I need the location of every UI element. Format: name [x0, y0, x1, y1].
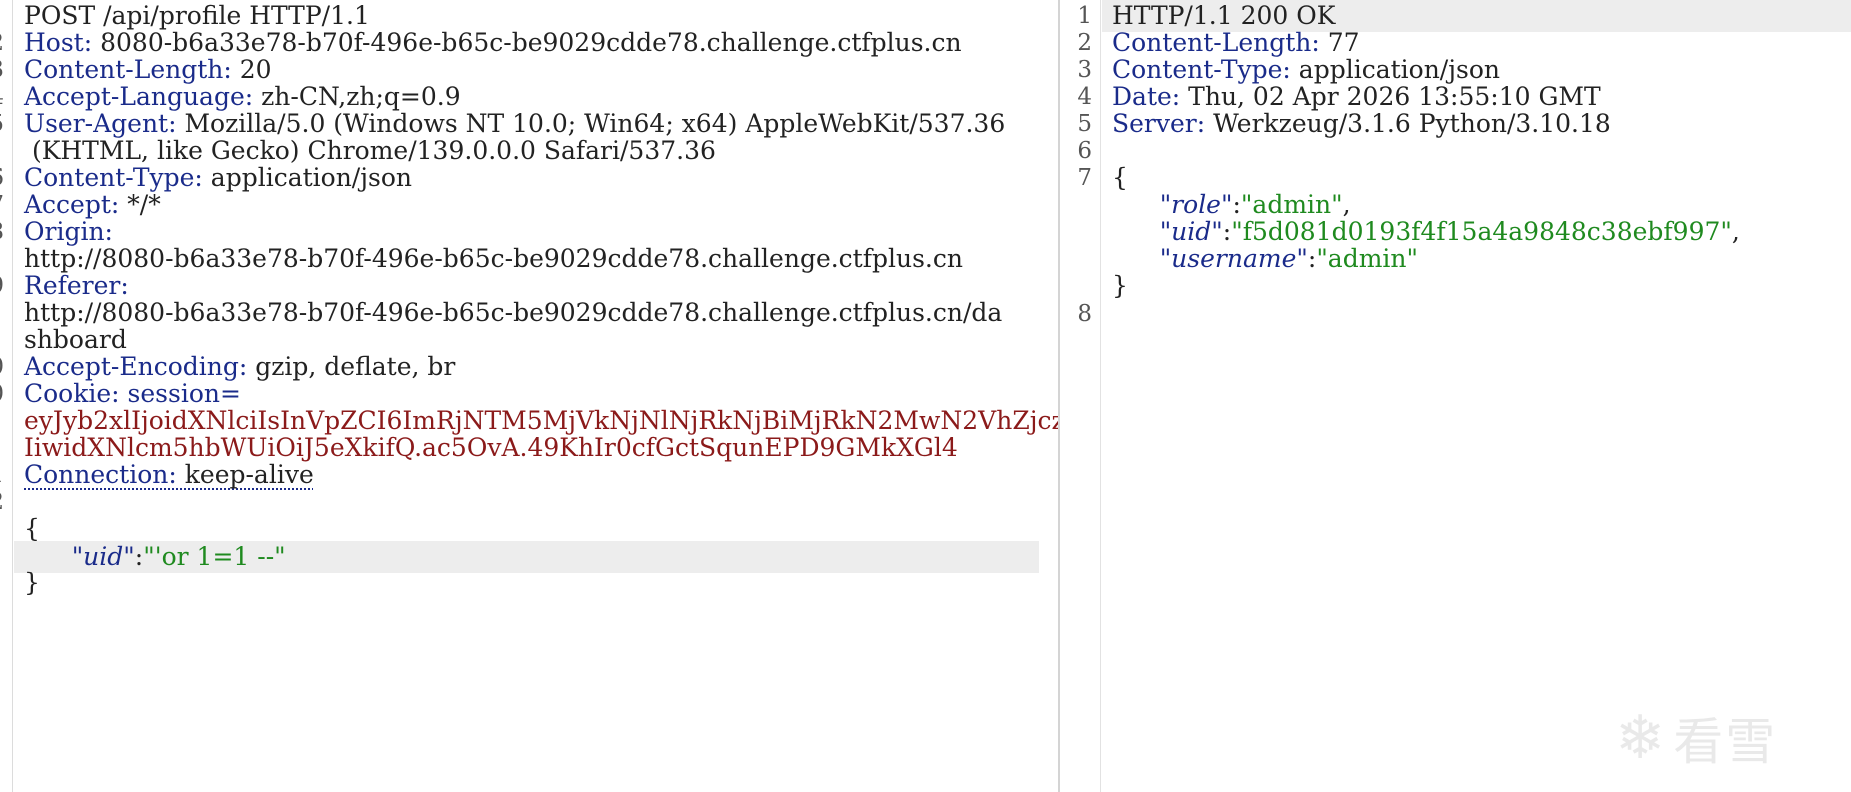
header-value: 20 [231, 55, 272, 84]
header-key: Connection: [24, 460, 177, 489]
header-key: Host: [24, 28, 93, 57]
header-value: (KHTML, like Gecko) Chrome/139.0.0.0 Saf… [24, 136, 716, 165]
json-key: "role" [1159, 190, 1233, 219]
cookie-value: IiwidXNlcm5hbWUiOiJ5eXkifQ.ac5OvA.49KhIr… [24, 433, 958, 462]
line-number: 8 [1077, 301, 1092, 327]
body-brace-close[interactable]: } [0, 567, 1058, 599]
header-connection[interactable]: Connection: keep-alive [0, 459, 1058, 491]
header-value: Mozilla/5.0 (Windows NT 10.0; Win64; x64… [176, 109, 1006, 138]
header-key: Origin: [24, 217, 113, 246]
cookie-value: eyJyb2xlIjoidXNlciIsInVpZCI6ImRjNTM5MjVk… [24, 406, 1058, 435]
cookie-name: session= [119, 379, 241, 408]
json-value: "admin" [1240, 190, 1343, 219]
header-value: http://8080-b6a33e78-b70f-496e-b65c-be90… [24, 244, 963, 273]
header-key: Content-Length: [1112, 28, 1320, 57]
header-key: Content-Length: [24, 55, 232, 84]
watermark: ❄ 看雪 [1615, 700, 1827, 776]
json-brace: { [1112, 163, 1128, 192]
header-value: application/json [202, 163, 412, 192]
json-brace: } [24, 568, 40, 597]
json-value: "f5d081d0193f4f15a4a9848c38ebf997" [1231, 217, 1732, 246]
header-value: Thu, 02 Apr 2026 13:55:10 GMT [1180, 82, 1601, 111]
status-line: HTTP/1.1 200 OK [1112, 1, 1336, 30]
header-value: application/json [1290, 55, 1500, 84]
json-brace: } [1112, 271, 1128, 300]
watermark-text: 看雪 [1673, 713, 1778, 771]
header-value: Werkzeug/3.1.6 Python/3.10.18 [1205, 109, 1611, 138]
request-pane[interactable]: 2 3 4 5 6 7 8 9 0 0 1 2 POST /api/profil… [0, 0, 1058, 792]
snowflake-icon: ❄ [1615, 703, 1666, 773]
header-value: gzip, deflate, br [247, 352, 456, 381]
json-value: "admin" [1316, 244, 1419, 273]
request-method-path: POST /api/profile HTTP/1.1 [24, 1, 370, 30]
header-key: User-Agent: [24, 109, 177, 138]
json-key: "uid" [1159, 217, 1223, 246]
header-value: keep-alive [176, 460, 314, 489]
header-key: Date: [1112, 82, 1181, 111]
header-value: 8080-b6a33e78-b70f-496e-b65c-be9029cdde7… [92, 28, 962, 57]
json-key: "username" [1159, 244, 1308, 273]
header-key: Referer: [24, 271, 129, 300]
header-key: Cookie: [24, 379, 120, 408]
header-key: Accept-Encoding: [24, 352, 248, 381]
header-key: Content-Type: [1112, 55, 1291, 84]
resp-body-brace-close[interactable]: } [1060, 270, 1851, 302]
header-value: 77 [1319, 28, 1360, 57]
header-value: shboard [24, 325, 127, 354]
response-pane[interactable]: 1 2 3 4 5 6 7 8 HTTP/1.1 200 OK Content-… [1060, 0, 1851, 792]
resp-header-server[interactable]: Server: Werkzeug/3.1.6 Python/3.10.18 [1060, 108, 1851, 140]
header-key: Content-Type: [24, 163, 203, 192]
header-key: Accept-Language: [24, 82, 254, 111]
header-value: */* [119, 190, 161, 219]
header-value: zh-CN,zh;q=0.9 [253, 82, 461, 111]
header-key: Server: [1112, 109, 1206, 138]
json-brace: { [24, 514, 40, 543]
header-value: http://8080-b6a33e78-b70f-496e-b65c-be90… [24, 298, 1003, 327]
header-key: Accept: [24, 190, 120, 219]
